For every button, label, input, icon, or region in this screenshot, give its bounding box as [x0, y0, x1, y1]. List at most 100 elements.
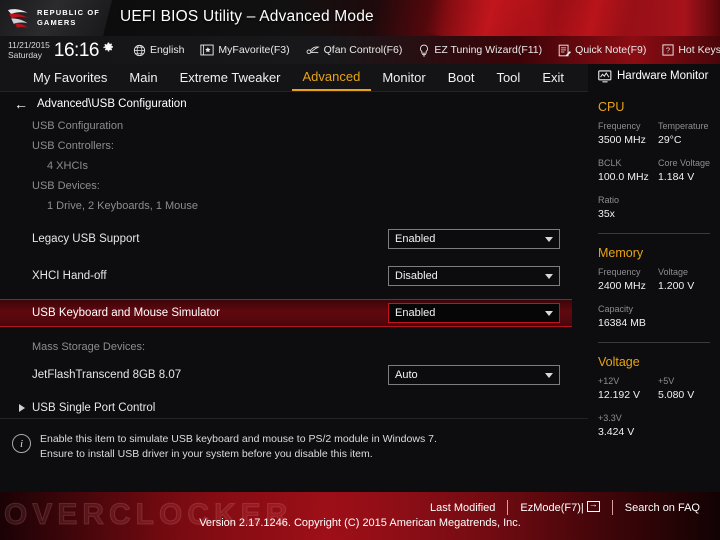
toolbar-label-eztuning: EZ Tuning Wizard(F11) [434, 44, 543, 56]
rog-eye-icon [7, 9, 29, 28]
tab-exit[interactable]: Exit [531, 64, 575, 91]
footer-links: Last Modified EzMode(F7)| Search on FAQ [418, 499, 712, 515]
setting-row-usb-keyboard-mouse-simulator[interactable]: USB Keyboard and Mouse Simulator Enabled [0, 299, 572, 327]
sidebar-cell-cpu-temperature: Temperature 29°C [658, 119, 718, 148]
main-panel: ← Advanced\USB Configuration USB Configu… [0, 92, 588, 492]
version-text: Version 2.17.1246. Copyright (C) 2015 Am… [199, 517, 521, 529]
breadcrumb[interactable]: ← Advanced\USB Configuration [0, 92, 588, 116]
sidebar-value-core-voltage: 1.184 V [658, 171, 695, 183]
tab-boot[interactable]: Boot [437, 64, 486, 91]
chevron-down-icon [545, 372, 553, 378]
chevron-down-icon [545, 236, 553, 242]
svg-text:?: ? [666, 46, 670, 55]
sidebar-section-title-cpu: CPU [598, 100, 625, 114]
help-text-line1: Enable this item to simulate USB keyboar… [40, 433, 437, 445]
sidebar-key-cpu-frequency: Frequency [598, 121, 641, 131]
setting-row-jetflash-device[interactable]: JetFlashTranscend 8GB 8.07 Auto [0, 361, 588, 389]
sidebar-cell-12v: +12V 12.192 V [598, 374, 658, 403]
sidebar-value-bclk: 100.0 MHz [598, 171, 649, 183]
sidebar-cell-memory-voltage: Voltage 1.200 V [658, 265, 718, 294]
dropdown-xhci-hand-off[interactable]: Disabled [388, 266, 560, 286]
breadcrumb-text: Advanced\USB Configuration [37, 98, 187, 110]
gear-icon[interactable] [103, 42, 114, 53]
sidebar-row-memory-2: Capacity 16384 MB [598, 302, 720, 331]
sidebar-row-voltage-1: +12V 12.192 V +5V 5.080 V [598, 374, 720, 403]
toolbar-item-myfavorite[interactable]: MyFavorite(F3) [200, 44, 290, 56]
dropdown-usb-keyboard-mouse-simulator[interactable]: Enabled [388, 303, 560, 323]
tab-tool[interactable]: Tool [485, 64, 531, 91]
info-mass-storage-devices: Mass Storage Devices: [32, 341, 146, 353]
tab-main[interactable]: Main [118, 64, 168, 91]
date-value: 11/21/2015 [8, 40, 50, 50]
sidebar-cell-capacity: Capacity 16384 MB [598, 302, 658, 331]
time-value: 16:16 [53, 39, 100, 61]
dropdown-value-jetflash-device: Auto [395, 369, 418, 381]
sidebar-section-title-voltage: Voltage [598, 355, 640, 369]
dropdown-value-legacy-usb-support: Enabled [395, 233, 436, 245]
info-usb-devices: USB Devices: [32, 180, 100, 192]
exit-arrow-icon [586, 499, 600, 512]
sidebar-key-memory-voltage: Voltage [658, 267, 689, 277]
sidebar-row-cpu-1: Frequency 3500 MHz Temperature 29°C [598, 119, 720, 148]
sidebar-value-memory-voltage: 1.200 V [658, 280, 695, 292]
footer-ez-mode[interactable]: EzMode(F7)| [508, 499, 611, 514]
footer-bar: OVERCLOCKER Last Modified EzMode(F7)| Se… [0, 492, 720, 540]
lightbulb-icon [420, 44, 429, 56]
tab-advanced[interactable]: Advanced [291, 64, 372, 91]
sidebar-row-cpu-3: Ratio 35x [598, 193, 720, 222]
sidebar-divider-2 [598, 342, 710, 343]
tab-monitor[interactable]: Monitor [371, 64, 436, 91]
footer-search-faq[interactable]: Search on FAQ [613, 502, 712, 514]
sidebar-value-5v: 5.080 V [658, 389, 695, 401]
note-pencil-icon [558, 44, 572, 56]
triangle-right-icon [19, 404, 25, 412]
main-nav-tabs: My Favorites Main Extreme Tweaker Advanc… [0, 64, 588, 92]
help-text-line2: Ensure to install USB driver in your sys… [40, 448, 373, 460]
toolbar-item-eztuning[interactable]: EZ Tuning Wizard(F11) [418, 44, 542, 57]
toolbar-item-qfan[interactable]: Qfan Control(F6) [306, 44, 403, 56]
question-box-icon: ? [662, 44, 674, 56]
info-usb-controllers: USB Controllers: [32, 140, 114, 152]
sidebar-key-bclk: BCLK [598, 158, 622, 168]
sidebar-cell-33v: +3.3V 3.424 V [598, 411, 658, 440]
back-arrow-icon[interactable]: ← [14, 97, 28, 111]
fan-icon [306, 46, 320, 55]
sidebar-section-title-memory: Memory [598, 246, 644, 260]
toolbar-item-english[interactable]: English [133, 44, 184, 57]
weekday-value: Saturday [8, 50, 43, 60]
info-xhci-count: 4 XHCIs [47, 160, 88, 172]
setting-row-xhci-hand-off[interactable]: XHCI Hand-off Disabled [0, 262, 588, 290]
chevron-down-icon [545, 273, 553, 279]
toolbar-label-myfavorite: MyFavorite(F3) [218, 44, 290, 56]
toolbar-item-hotkeys[interactable]: ? Hot Keys [662, 44, 720, 56]
sidebar-key-33v: +3.3V [598, 413, 622, 423]
setting-row-legacy-usb-support[interactable]: Legacy USB Support Enabled [0, 225, 588, 253]
info-device-summary: 1 Drive, 2 Keyboards, 1 Mouse [47, 200, 199, 212]
sidebar-cell-5v: +5V 5.080 V [658, 374, 718, 403]
toolbar-label-qfan: Qfan Control(F6) [323, 44, 403, 56]
dropdown-jetflash-device[interactable]: Auto [388, 365, 560, 385]
sidebar-cell-ratio: Ratio 35x [598, 193, 658, 222]
help-divider [0, 418, 588, 419]
toolbar: 11/21/2015 Saturday 16:16 English MyFavo… [0, 36, 720, 64]
submenu-usb-single-port-control[interactable]: USB Single Port Control [0, 397, 588, 419]
hardware-monitor-sidebar: Hardware Monitor CPU Frequency 3500 MHz … [588, 64, 720, 492]
info-usb-configuration: USB Configuration [32, 120, 124, 132]
sidebar-key-capacity: Capacity [598, 304, 634, 314]
sidebar-key-core-voltage: Core Voltage [658, 158, 711, 168]
dropdown-value-xhci-hand-off: Disabled [395, 270, 438, 282]
sidebar-cell-core-voltage: Core Voltage 1.184 V [658, 156, 718, 185]
sidebar-row-memory-1: Frequency 2400 MHz Voltage 1.200 V [598, 265, 720, 294]
rog-logo: REPUBLIC OF GAMERS [0, 0, 112, 36]
sidebar-value-memory-frequency: 2400 MHz [598, 280, 646, 292]
tab-extreme-tweaker[interactable]: Extreme Tweaker [169, 64, 292, 91]
tab-my-favorites[interactable]: My Favorites [22, 64, 118, 91]
sidebar-divider-1 [598, 233, 710, 234]
hardware-monitor-header: Hardware Monitor [598, 64, 720, 88]
toolbar-label-english: English [149, 44, 185, 56]
monitor-icon [598, 69, 612, 82]
toolbar-item-quicknote[interactable]: Quick Note(F9) [558, 44, 646, 57]
rog-logo-line1: REPUBLIC OF [37, 8, 100, 17]
dropdown-legacy-usb-support[interactable]: Enabled [388, 229, 560, 249]
footer-last-modified[interactable]: Last Modified [418, 502, 507, 514]
